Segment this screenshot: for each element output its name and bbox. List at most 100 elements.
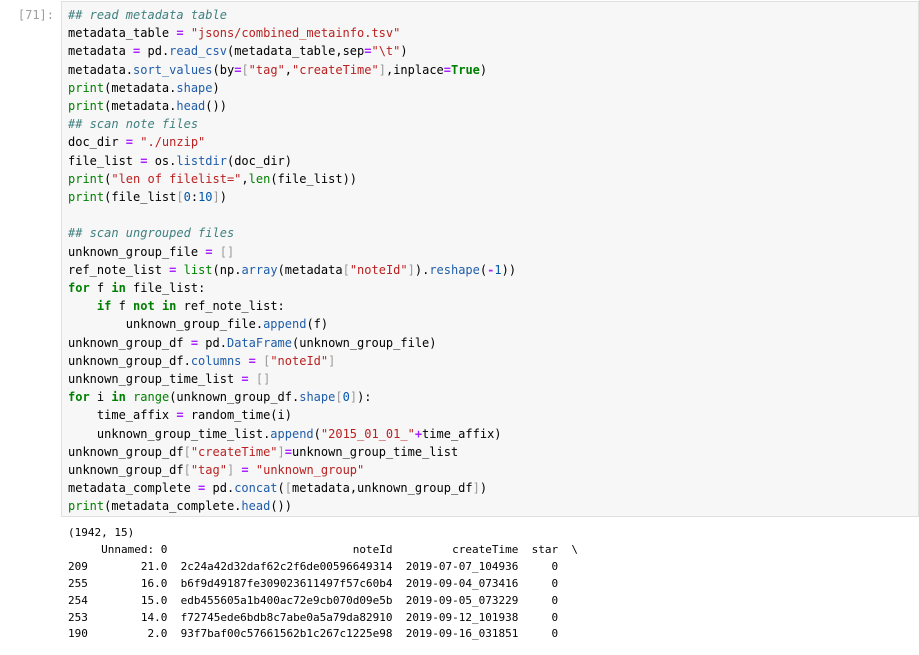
code-token: [ [284, 481, 293, 496]
code-token: print [68, 499, 105, 514]
code-token: metadata_table [68, 26, 177, 41]
code-token: in [111, 281, 126, 296]
code-token: ()) [270, 499, 292, 514]
code-token: [ [342, 262, 350, 277]
code-line: ## read metadata table [68, 6, 918, 24]
code-token: "2015_01_01_" [320, 426, 415, 441]
code-token: = [241, 372, 249, 387]
code-token: pd. [198, 335, 227, 350]
code-line: metadata = pd.read_csv(metadata_table,se… [68, 42, 918, 60]
code-token: concat [234, 481, 278, 496]
code-token: "tag" [248, 62, 285, 77]
code-token: metadata,unknown_group_df [292, 481, 473, 496]
code-token: (unknown_group_file) [292, 335, 437, 350]
code-token: (metadata [277, 262, 343, 277]
code-token: ). [414, 262, 430, 277]
code-token: ## scan note files [68, 117, 199, 132]
code-token: = [176, 26, 184, 41]
code-line: unknown_group_file.append(f) [68, 315, 918, 333]
code-token: ] [212, 190, 220, 205]
code-token: not in [133, 299, 177, 314]
code-token: metadata_complete [68, 481, 199, 496]
code-line: print("len of filelist=",len(file_list)) [68, 170, 918, 188]
code-token: ## scan ungrouped files [68, 226, 235, 241]
output-line: Unnamed: 0 noteId createTime star \ [68, 542, 578, 556]
code-line: metadata_complete = pd.concat([metadata,… [68, 479, 918, 497]
code-token: pd. [205, 481, 235, 496]
code-token: = [284, 444, 292, 459]
code-token: ] [407, 262, 415, 277]
code-line: unknown_group_df["createTime"]=unknown_g… [68, 443, 918, 461]
code-token: [] [248, 372, 271, 387]
code-token: ## read metadata table [68, 8, 227, 22]
code-token: : [190, 190, 199, 205]
code-token: 0 [342, 390, 350, 405]
output-line: (1942, 15) [68, 526, 135, 539]
code-token: metadata. [68, 62, 134, 77]
output-line: 255 16.0 b6f9d49187fe309023611497f57c60b… [68, 576, 578, 590]
code-token: unknown_group_file. [68, 317, 264, 332]
code-token: 0 [183, 190, 191, 205]
output-line: 190 2.0 93f7baf00c57661562b1c267c1225e98… [68, 627, 578, 641]
code-token: append [270, 426, 314, 441]
code-token: ( [313, 426, 321, 441]
code-token: os. [147, 153, 177, 168]
code-token: (unknown_group_df. [169, 390, 300, 405]
code-token: (f) [306, 317, 329, 332]
code-token: sort_values [133, 62, 213, 77]
code-token: , [241, 171, 249, 186]
code-token: 10 [198, 190, 213, 205]
code-token: "\t" [371, 44, 401, 59]
code-token: ( [277, 481, 285, 496]
code-token: pd. [140, 44, 170, 59]
code-line: print(metadata.shape) [68, 79, 918, 97]
code-token: for [68, 390, 90, 405]
code-line: unknown_group_time_list.append("2015_01_… [68, 425, 918, 443]
code-token: if [96, 299, 112, 314]
code-token: ,inplace [385, 62, 444, 77]
code-line: unknown_group_file = [] [68, 243, 918, 261]
code-token: ) [212, 80, 220, 95]
code-token: (metadata. [104, 99, 177, 114]
code-token: "createTime" [190, 444, 278, 459]
code-token: unknown_group_df [68, 335, 191, 350]
code-token: file_list [68, 153, 141, 168]
code-token: ) [219, 190, 227, 205]
code-token: "noteId" [349, 262, 408, 277]
code-token: (by [212, 62, 235, 77]
code-token: "len of filelist=" [111, 171, 242, 186]
code-token: list [183, 262, 213, 277]
code-token: ) [400, 44, 408, 59]
code-token: unknown_group_time_list. [68, 426, 271, 441]
code-token: unknown_group_df [68, 444, 184, 459]
code-token: = [125, 135, 134, 150]
code-token: f [111, 299, 134, 314]
cell-output: (1942, 15) Unnamed: 0 noteId createTime … [68, 525, 578, 643]
code-line: unknown_group_df = pd.DataFrame(unknown_… [68, 334, 918, 352]
code-token: )) [501, 262, 517, 277]
code-cell-editor[interactable]: ## read metadata table metadata_table = "… [61, 1, 919, 517]
code-token: = [248, 353, 256, 368]
code-token: [ [176, 190, 184, 205]
code-token: "unknown_group" [248, 463, 365, 478]
code-token: reshape [429, 262, 480, 277]
code-token: len [248, 171, 271, 186]
code-token: = [241, 463, 249, 478]
code-token: head [176, 99, 206, 114]
code-token: (doc_dir) [226, 153, 292, 168]
code-line: ## scan ungrouped files [68, 224, 918, 242]
code-token: ) [479, 62, 488, 77]
code-line: ## scan note files [68, 115, 918, 133]
code-token: True [451, 62, 480, 77]
code-line: for i in range(unknown_group_df.shape[0]… [68, 388, 918, 406]
output-line: 254 15.0 edb455605a1b400ac72e9cb070d09e5… [68, 593, 578, 607]
code-token: append [263, 317, 307, 332]
code-token: i [89, 390, 112, 405]
code-token: unknown_group_file [68, 244, 206, 259]
code-text[interactable]: ## read metadata table metadata_table = "… [62, 2, 918, 516]
code-token: = [443, 62, 451, 77]
